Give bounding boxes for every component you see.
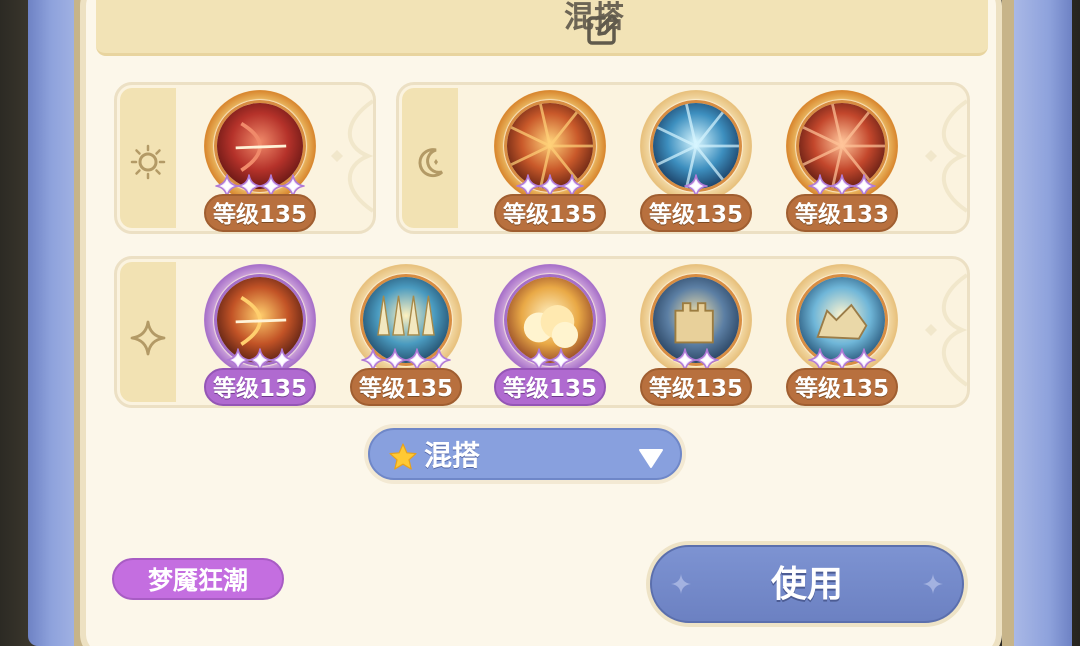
moon-icon [418,148,444,178]
lineup-dropdown[interactable]: 混搭 [364,424,686,484]
panel-ornament [925,273,967,387]
moon-group-strip [402,88,458,228]
skill-slot[interactable]: 等级135 [490,264,610,406]
triangle-down-icon[interactable] [638,447,664,469]
skill-slot[interactable]: 等级133 [782,90,902,232]
skill-level-badge: 等级135 [494,194,606,232]
skill-slot[interactable]: 等级135 [200,264,320,406]
skill-level-badge: 等级135 [350,368,462,406]
skill-slot[interactable]: 等级135 [636,264,756,406]
skill-slot[interactable]: 等级135 [346,264,466,406]
skill-level-badge: 等级135 [204,194,316,232]
frame-edge [1002,0,1014,646]
sparkle-icon [130,320,166,356]
header-bar: 混搭 [96,0,988,56]
sun-group-strip [120,88,176,228]
star-icon [389,443,417,470]
right-frame [1014,0,1072,646]
skill-slot[interactable]: 等级135 [200,90,320,232]
use-button-body[interactable]: 使用 [650,545,964,623]
sparkle-icon [923,574,943,594]
skill-slot[interactable]: 等级135 [782,264,902,406]
star-group-strip [120,262,176,402]
skill-slot[interactable]: 等级135 [490,90,610,232]
mode-tag: 梦魇狂潮 [112,558,284,600]
skill-level-badge: 等级135 [204,368,316,406]
skill-level-badge: 等级135 [640,368,752,406]
sun-icon [130,144,166,180]
dropdown-body[interactable]: 混搭 [368,428,682,480]
dropdown-label: 混搭 [424,439,481,472]
use-button-label: 使用 [770,564,843,605]
use-button[interactable]: 使用 [646,541,968,627]
edit-icon[interactable] [584,12,620,48]
skill-slot[interactable]: 等级135 [636,90,756,232]
panel-ornament [331,99,373,213]
skill-level-badge: 等级135 [494,368,606,406]
skill-level-badge: 等级133 [786,194,898,232]
skill-level-badge: 等级135 [640,194,752,232]
skill-level-badge: 等级135 [786,368,898,406]
panel-ornament [925,99,967,213]
